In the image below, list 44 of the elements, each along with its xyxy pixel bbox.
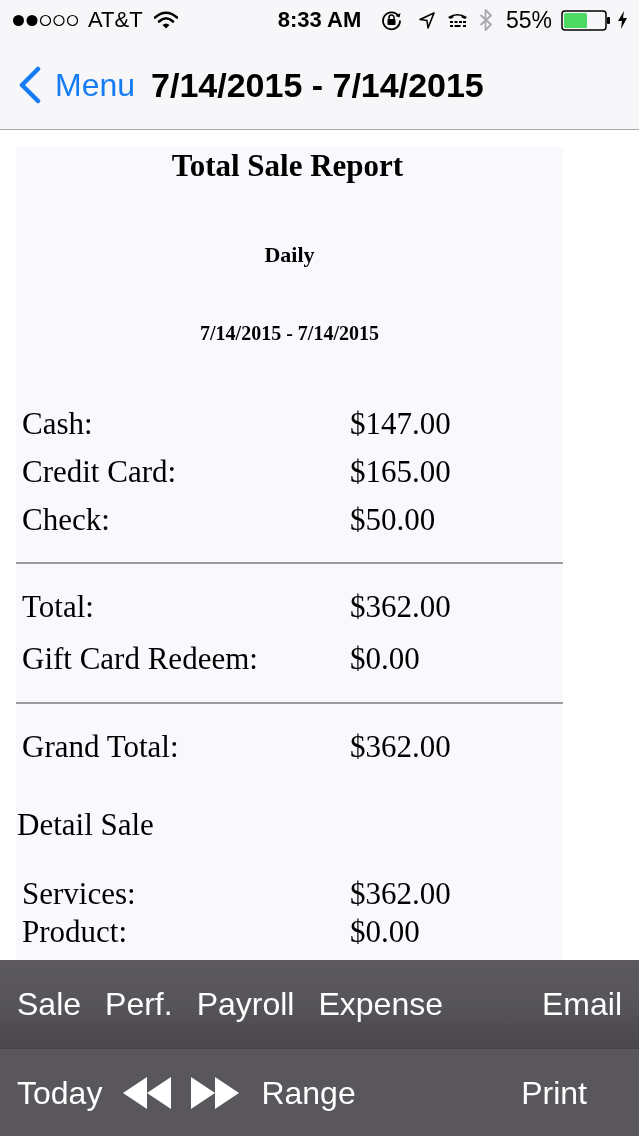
tty-icon (446, 12, 468, 28)
report-type-button[interactable]: Sale (17, 985, 82, 1023)
back-button[interactable]: Menu (17, 65, 136, 104)
section-heading: Detail Sale (16, 806, 154, 844)
amount-text: $362.00 (350, 875, 451, 913)
today-button[interactable]: Today (17, 1073, 103, 1112)
amount-text: $165.00 (350, 453, 451, 491)
line-label: Total: (22, 588, 94, 626)
line-label: Cash: (22, 405, 93, 443)
report-date-range: 7/14/2015 - 7/14/2015 (200, 321, 379, 345)
report-type-button[interactable]: Payroll (196, 985, 295, 1023)
amount-text: $50.00 (350, 501, 436, 539)
amount-text: $362.00 (350, 588, 451, 626)
line-label: Grand Total: (22, 728, 179, 766)
amount-text: $147.00 (350, 405, 451, 443)
range-button[interactable]: Range (261, 1073, 356, 1112)
rewind-icon[interactable] (123, 1076, 172, 1109)
amount-text: $0.00 (350, 640, 420, 678)
line-label: Credit Card: (22, 453, 177, 491)
fast-forward-icon[interactable] (191, 1076, 240, 1109)
line-label: Product: (22, 913, 128, 951)
nav-title: 7/14/2015 - 7/14/2015 (151, 64, 484, 105)
line-label: Check: (22, 501, 110, 539)
battery-icon (561, 9, 611, 31)
amount-text: $0.00 (350, 913, 420, 951)
report-type-button[interactable]: Perf. (105, 985, 173, 1023)
location-arrow-icon (418, 11, 435, 29)
email-button[interactable]: Email (542, 985, 622, 1023)
signal-strength-icon (12, 13, 80, 27)
line-label: Gift Card Redeem: (22, 640, 258, 678)
amount-text: $362.00 (350, 728, 451, 766)
report-type-button[interactable]: Expense (318, 985, 443, 1023)
print-button[interactable]: Print (521, 1073, 587, 1112)
carrier-name: AT&T (88, 7, 143, 33)
report-period: Daily (264, 242, 315, 268)
clock-time: 8:33 AM (277, 7, 362, 33)
chevron-left-icon (17, 65, 42, 104)
charging-bolt-icon (618, 11, 627, 29)
wifi-icon (153, 11, 178, 29)
bluetooth-icon (478, 9, 493, 31)
report-title: Total Sale Report (171, 147, 404, 185)
orientation-lock-icon (380, 9, 402, 31)
line-label: Services: (22, 875, 136, 913)
battery-percentage: 55% (505, 7, 552, 33)
